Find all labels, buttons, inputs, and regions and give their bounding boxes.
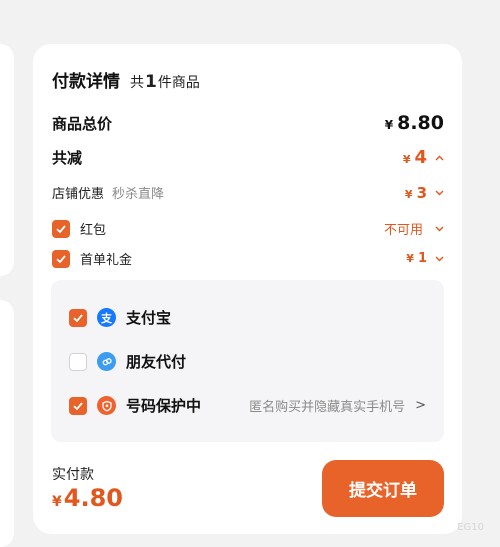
first-order-checkbox[interactable] [52, 249, 70, 268]
price-total-label: 商品总价 [52, 114, 113, 133]
alipay-label: 支付宝 [126, 309, 172, 327]
chevron-up-icon[interactable] [434, 151, 444, 164]
store-discount-note: 秒杀直降 [112, 187, 165, 202]
discount-total-value: 4 [414, 147, 427, 168]
actual-payment-amount: ¥ 4.80 [52, 484, 123, 512]
item-count: 共 1 件商品 [130, 72, 200, 92]
card-title: 付款详情 [52, 72, 120, 92]
discount-total-label: 共减 [52, 149, 83, 167]
payment-option-friend-pay[interactable]: 朋友代付 [69, 351, 426, 372]
price-total-amount: ¥ 8.80 [385, 112, 444, 134]
discount-total-amount: ¥ 4 [403, 147, 427, 168]
alipay-checkbox[interactable] [69, 308, 87, 327]
number-protect-link[interactable]: 匿名购买并隐藏真实手机号 > [249, 396, 426, 415]
discount-total-row[interactable]: 共减 ¥ 4 [52, 147, 444, 168]
price-total-value: 8.80 [397, 112, 444, 134]
payment-option-alipay[interactable]: 支 支付宝 [69, 307, 426, 328]
currency-symbol: ¥ [52, 494, 62, 510]
chevron-down-icon[interactable] [434, 222, 444, 235]
chevron-down-icon[interactable] [434, 186, 444, 199]
store-discount-row[interactable]: 店铺优惠 秒杀直降 ¥ 3 [52, 183, 444, 202]
first-order-value: 1 [417, 251, 427, 266]
chevron-right-icon: > [415, 398, 426, 413]
store-discount-amount: ¥ 3 [405, 184, 427, 202]
item-count-suffix: 件商品 [157, 75, 200, 91]
item-count-number: 1 [145, 72, 157, 92]
number-protect-label: 号码保护中 [126, 397, 202, 415]
card-header: 付款详情 共 1 件商品 [52, 67, 200, 92]
actual-payment-value: 4.80 [63, 484, 123, 512]
currency-symbol: ¥ [402, 153, 411, 166]
payment-details-card: 付款详情 共 1 件商品 商品总价 ¥ 8.80 共减 ¥ 4 店铺优惠 秒杀直… [33, 44, 462, 534]
alipay-icon: 支 [97, 308, 116, 327]
chevron-down-icon[interactable] [434, 252, 444, 265]
friend-pay-label: 朋友代付 [126, 353, 187, 371]
number-protect-note: 匿名购买并隐藏真实手机号 [249, 400, 406, 415]
currency-symbol: ¥ [404, 187, 413, 201]
price-total-row: 商品总价 ¥ 8.80 [52, 112, 444, 134]
submit-order-button[interactable]: 提交订单 [322, 460, 444, 517]
number-protect-icon [97, 396, 116, 415]
first-order-row[interactable]: 首单礼金 ¥ 1 [52, 249, 444, 268]
friend-pay-checkbox[interactable] [69, 352, 87, 371]
adjacent-card-bottom [0, 300, 14, 547]
currency-symbol: ¥ [384, 118, 394, 132]
first-order-amount: ¥ 1 [406, 251, 427, 266]
store-discount-value: 3 [416, 183, 427, 202]
payment-option-number-protect[interactable]: 号码保护中 匿名购买并隐藏真实手机号 > [69, 395, 426, 416]
adjacent-card-top [0, 44, 14, 276]
number-protect-checkbox[interactable] [69, 396, 87, 415]
first-order-label: 首单礼金 [80, 253, 133, 268]
currency-symbol: ¥ [406, 252, 414, 265]
red-packet-checkbox[interactable] [52, 219, 70, 238]
red-packet-label: 红包 [80, 223, 107, 238]
watermark: EG10 [457, 522, 484, 533]
actual-payment-label: 实付款 [52, 467, 94, 483]
red-packet-row[interactable]: 红包 不可用 [52, 219, 444, 238]
payment-options-panel: 支 支付宝 朋友代付 号码保护中 匿名购买并隐藏真实手机号 > [51, 280, 444, 442]
friend-pay-icon [97, 352, 116, 371]
red-packet-status: 不可用 [383, 223, 423, 238]
store-discount-label: 店铺优惠 [52, 187, 105, 202]
item-count-prefix: 共 [130, 75, 144, 91]
